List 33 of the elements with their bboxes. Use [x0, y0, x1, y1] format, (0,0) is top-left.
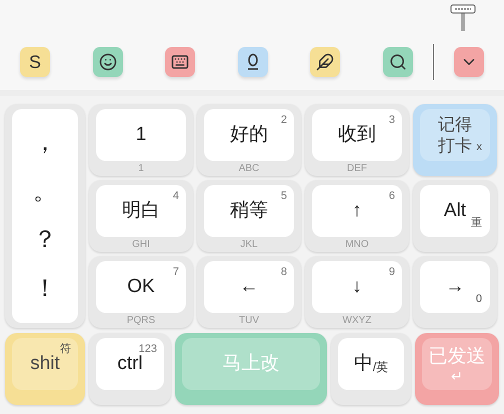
key-button[interactable]: 明白 4 GHI — [89, 180, 193, 252]
search-icon — [388, 53, 407, 71]
key-button[interactable]: 中/英 — [331, 333, 411, 405]
punctuation-symbol[interactable]: ！ — [33, 276, 57, 301]
signpost-icon — [450, 4, 476, 32]
key-button[interactable]: ctrl 123 — [89, 333, 171, 405]
key-button[interactable]: ← 8 TUV — [197, 256, 301, 328]
key-button[interactable]: 1 1 — [89, 104, 193, 176]
toolbar-button[interactable] — [310, 47, 340, 77]
punctuation-symbol[interactable]: 。 — [33, 180, 57, 204]
key-button[interactable]: 稍等 5 JKL — [197, 180, 301, 252]
key-button[interactable]: 收到 3 DEF — [305, 104, 409, 176]
toolbar-button[interactable] — [238, 47, 268, 77]
punctuation-symbol[interactable]: ？ — [33, 228, 57, 252]
toolbar-button[interactable] — [382, 47, 413, 77]
toolbar-button[interactable] — [92, 47, 123, 77]
key-button[interactable]: shit 符 — [5, 333, 85, 405]
key-button[interactable]: 记得打卡 x — [413, 104, 497, 176]
toolbar-button[interactable]: S — [20, 47, 50, 77]
key-button[interactable]: 好的 2 ABC — [197, 104, 301, 176]
key-button[interactable]: OK 7 PQRS — [89, 256, 193, 328]
key-button[interactable]: Alt 重 — [413, 180, 497, 252]
key-button[interactable]: → 0 — [413, 256, 497, 328]
punctuation-key[interactable]: ， 。 ？ ！ — [5, 104, 85, 328]
underline-icon — [246, 53, 260, 71]
key-button[interactable]: ↓ 9 WXYZ — [305, 256, 409, 328]
toolbar-button[interactable] — [165, 47, 196, 77]
toolbar-button[interactable] — [454, 47, 484, 77]
keyboard-icon — [171, 53, 190, 71]
punctuation-symbol[interactable]: ， — [33, 131, 57, 156]
key-button[interactable]: ↑ 6 MNO — [305, 180, 409, 252]
feather-icon — [316, 53, 334, 71]
smile-icon — [98, 53, 117, 71]
